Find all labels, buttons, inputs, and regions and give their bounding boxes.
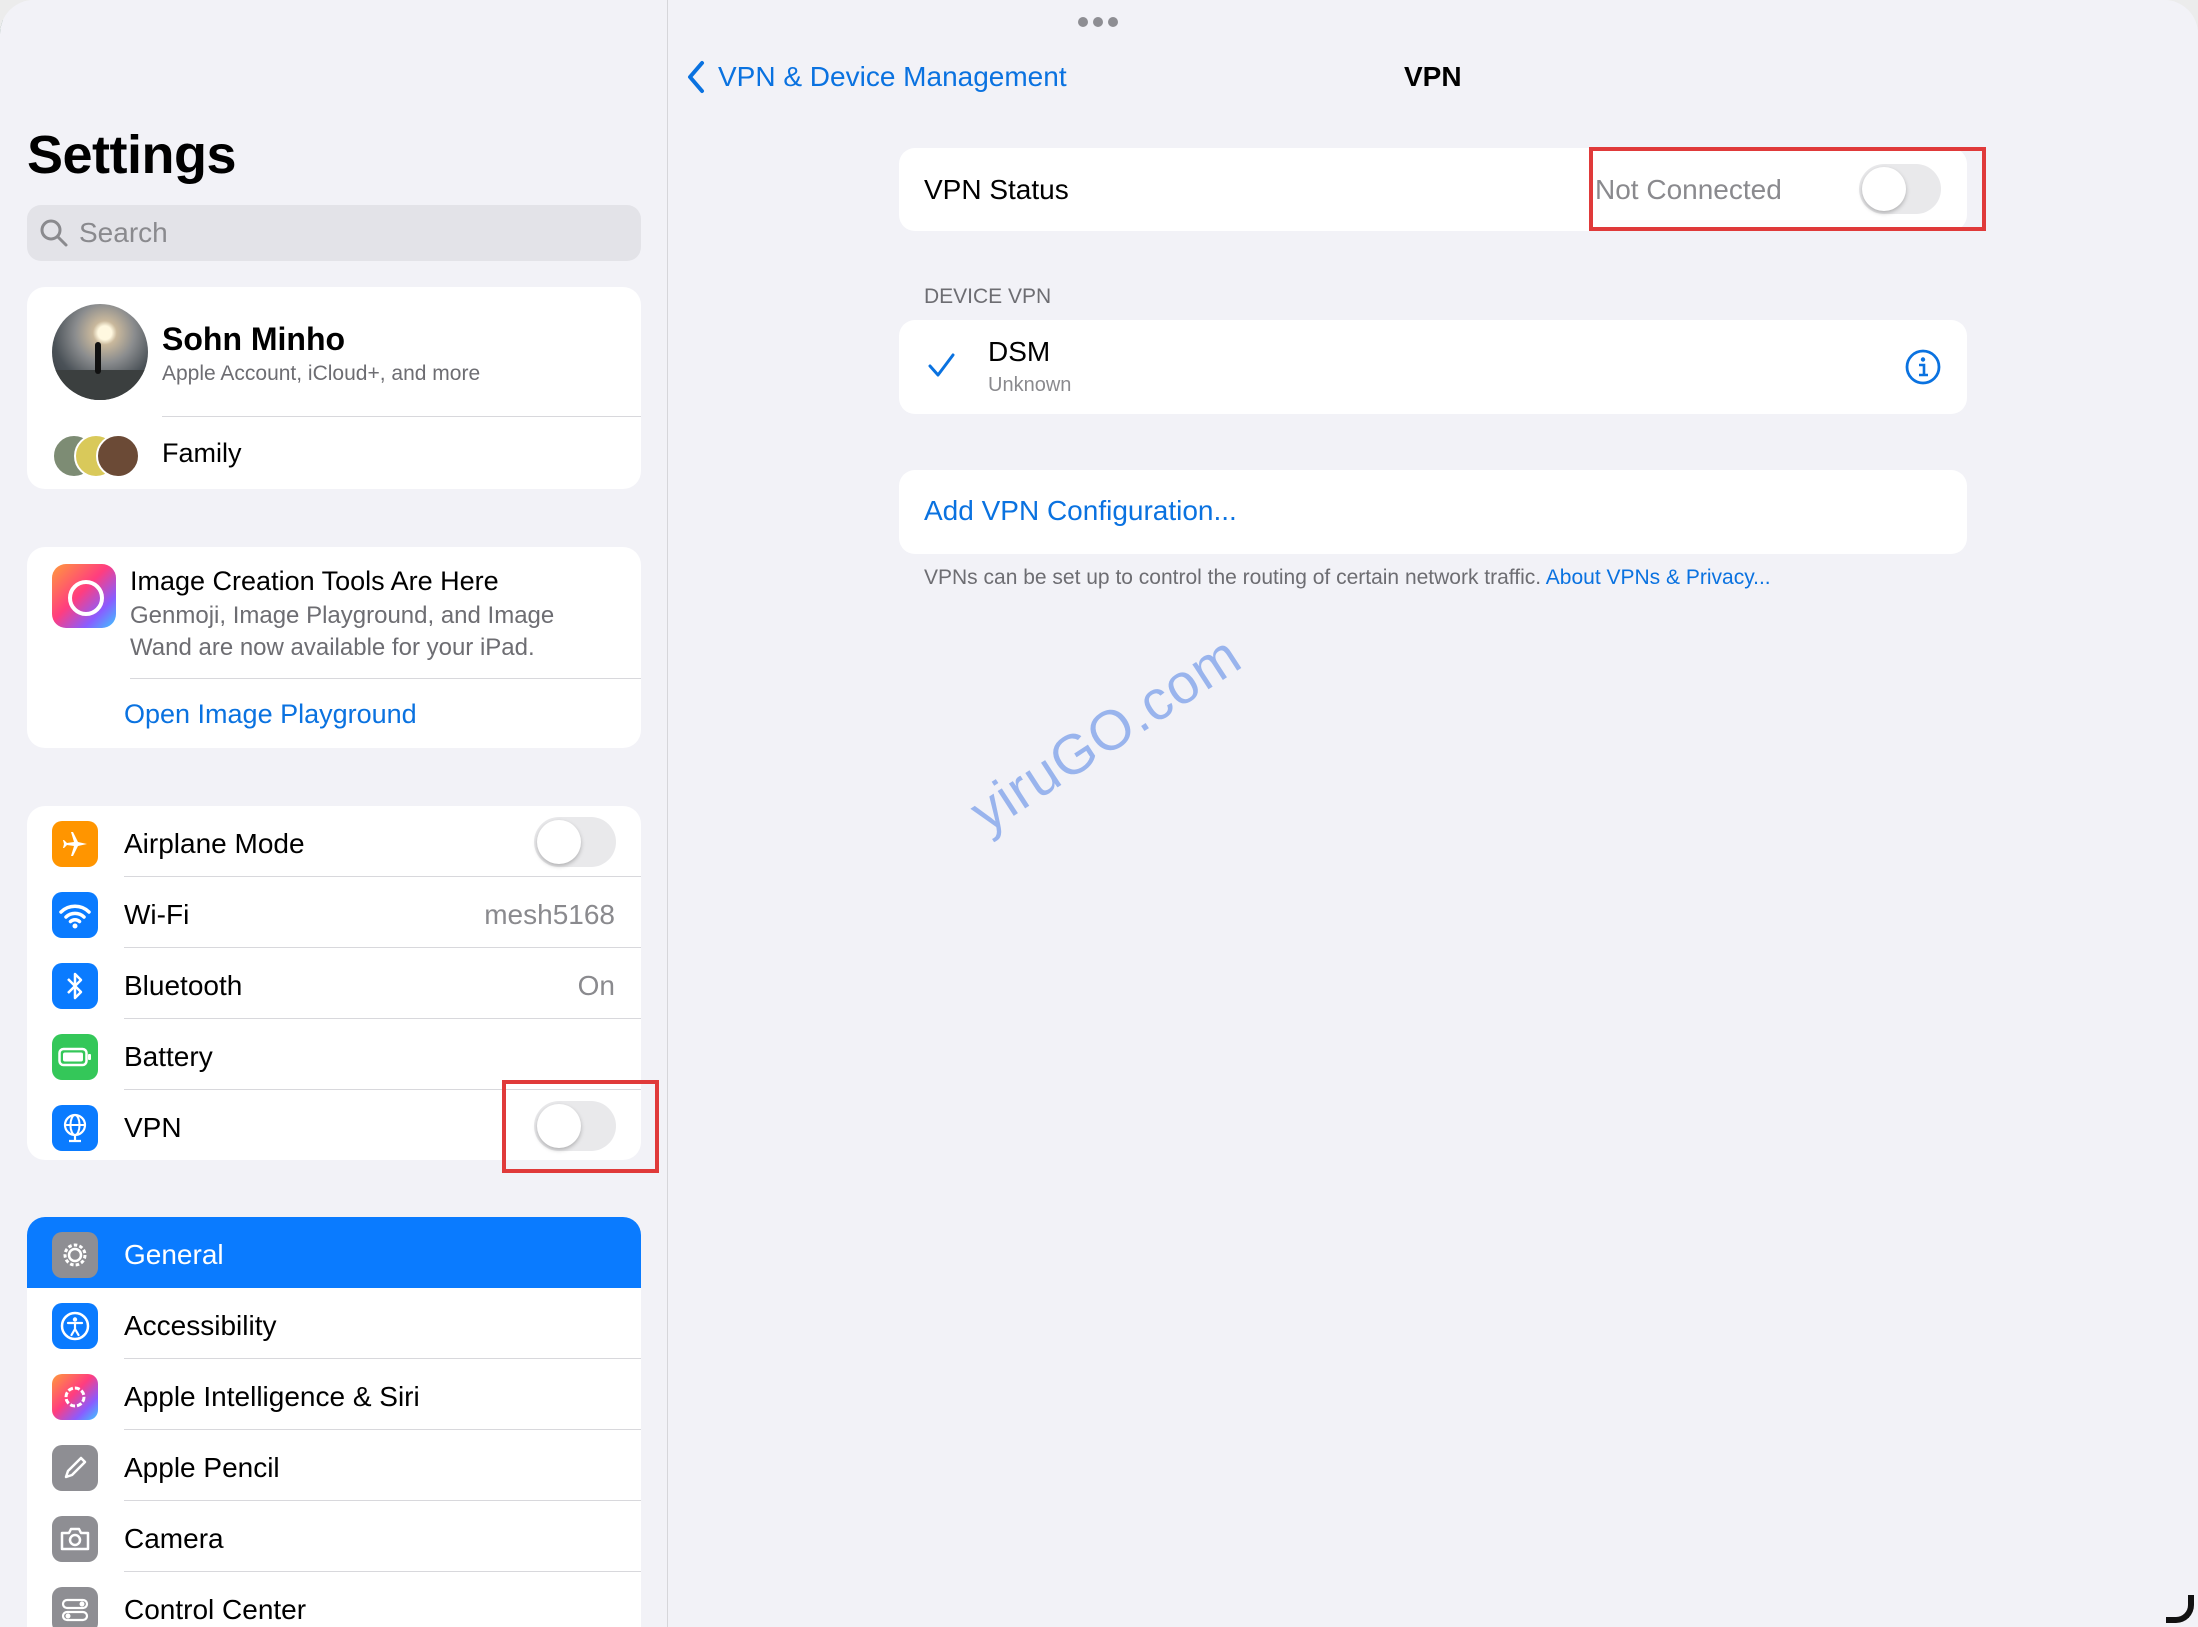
vpn-profile-status: Unknown: [988, 374, 1072, 396]
bluetooth-status-value: On: [577, 970, 615, 1001]
battery-icon: [52, 1034, 98, 1080]
sidebar-item-bluetooth[interactable]: Bluetooth On: [27, 948, 641, 1019]
divider: [162, 416, 641, 417]
sidebar-item-general[interactable]: General: [27, 1217, 641, 1288]
add-vpn-configuration-button[interactable]: Add VPN Configuration...: [924, 495, 1237, 527]
promo-body: Genmoji, Image Playground, and Image Wan…: [130, 602, 555, 661]
vpn-detail-pane: VPN & Device Management VPN VPN Status N…: [668, 0, 2198, 1627]
sidebar-item-label: Battery: [124, 1041, 213, 1072]
vpn-status-label: VPN Status: [924, 174, 1069, 205]
account-subtitle: Apple Account, iCloud+, and more: [162, 362, 481, 385]
highlight-box-vpn-toggle: [502, 1080, 659, 1173]
sidebar-item-label: Apple Intelligence & Siri: [124, 1381, 420, 1412]
sidebar-item-label: Bluetooth: [124, 970, 243, 1001]
general-list: General Accessibility Apple Intelligence…: [27, 1217, 641, 1627]
search-placeholder: Search: [79, 217, 168, 248]
airplane-icon: [52, 821, 98, 867]
vpn-profile-name: DSM: [988, 336, 1051, 367]
back-label: VPN & Device Management: [718, 61, 1067, 92]
multitasking-dots-icon[interactable]: [1078, 17, 1118, 27]
accessibility-icon: [52, 1303, 98, 1349]
chevron-left-icon: [688, 61, 704, 93]
sidebar-item-label: VPN: [124, 1112, 182, 1143]
sidebar-item-label: Airplane Mode: [124, 828, 305, 859]
account-name: Sohn Minho: [162, 321, 346, 357]
back-button[interactable]: VPN & Device Management: [686, 60, 1067, 94]
airplane-mode-toggle[interactable]: [534, 817, 616, 867]
image-playground-icon: [52, 564, 116, 628]
account-card[interactable]: Sohn Minho Apple Account, iCloud+, and m…: [27, 287, 641, 489]
open-image-playground-link[interactable]: Open Image Playground: [124, 699, 417, 730]
vpn-footer-note: VPNs can be set up to control the routin…: [924, 566, 1771, 590]
ipad-screen: Settings Search Sohn Minho Apple Account…: [0, 0, 2198, 1627]
highlight-box-vpn-status: [1589, 147, 1986, 231]
sidebar-item-control-center[interactable]: Control Center: [27, 1572, 641, 1627]
sidebar-item-label: Wi-Fi: [124, 899, 190, 930]
add-vpn-configuration-row[interactable]: Add VPN Configuration...: [899, 470, 1967, 554]
divider: [130, 678, 641, 679]
family-avatar-3: [96, 434, 140, 478]
sidebar-item-wifi[interactable]: Wi-Fi mesh5168: [27, 877, 641, 948]
sidebar-item-label: Accessibility: [124, 1310, 277, 1341]
sidebar-item-label: Camera: [124, 1523, 224, 1554]
info-icon[interactable]: [1904, 348, 1942, 386]
vpn-globe-icon: [52, 1105, 98, 1151]
sidebar-item-airplane-mode[interactable]: Airplane Mode: [27, 806, 641, 877]
camera-icon: [52, 1516, 98, 1562]
wifi-icon: [52, 892, 98, 938]
settings-sidebar: Settings Search Sohn Minho Apple Account…: [0, 0, 668, 1627]
search-icon: [40, 219, 68, 247]
checkmark-icon: [928, 353, 955, 377]
bluetooth-icon: [52, 963, 98, 1009]
pencil-icon: [52, 1445, 98, 1491]
screen-corner-mark: [2166, 1595, 2194, 1623]
sidebar-item-apple-intelligence-siri[interactable]: Apple Intelligence & Siri: [27, 1359, 641, 1430]
gear-icon: [52, 1232, 98, 1278]
image-tools-promo: Image Creation Tools Are Here Genmoji, I…: [27, 547, 641, 748]
footer-text: VPNs can be set up to control the routin…: [924, 566, 1546, 589]
control-center-icon: [52, 1587, 98, 1627]
wifi-network-value: mesh5168: [484, 899, 615, 930]
about-vpns-privacy-link[interactable]: About VPNs & Privacy...: [1546, 566, 1771, 589]
section-header-device-vpn: DEVICE VPN: [924, 285, 1052, 308]
family-row[interactable]: Family: [162, 438, 242, 469]
sidebar-item-label: Control Center: [124, 1594, 307, 1625]
watermark: yiruGO.com: [958, 622, 1252, 844]
sidebar-item-label: Apple Pencil: [124, 1452, 280, 1483]
page-title: VPN: [1404, 61, 1462, 92]
sidebar-title: Settings: [27, 125, 237, 185]
search-field[interactable]: Search: [27, 205, 641, 261]
vpn-profile-row[interactable]: DSM Unknown: [899, 320, 1967, 414]
sidebar-item-label: General: [124, 1239, 224, 1270]
sidebar-item-accessibility[interactable]: Accessibility: [27, 1288, 641, 1359]
sidebar-item-camera[interactable]: Camera: [27, 1501, 641, 1572]
avatar: [52, 304, 148, 400]
sidebar-item-apple-pencil[interactable]: Apple Pencil: [27, 1430, 641, 1501]
promo-title: Image Creation Tools Are Here: [130, 566, 499, 596]
apple-intelligence-icon: [52, 1374, 98, 1420]
